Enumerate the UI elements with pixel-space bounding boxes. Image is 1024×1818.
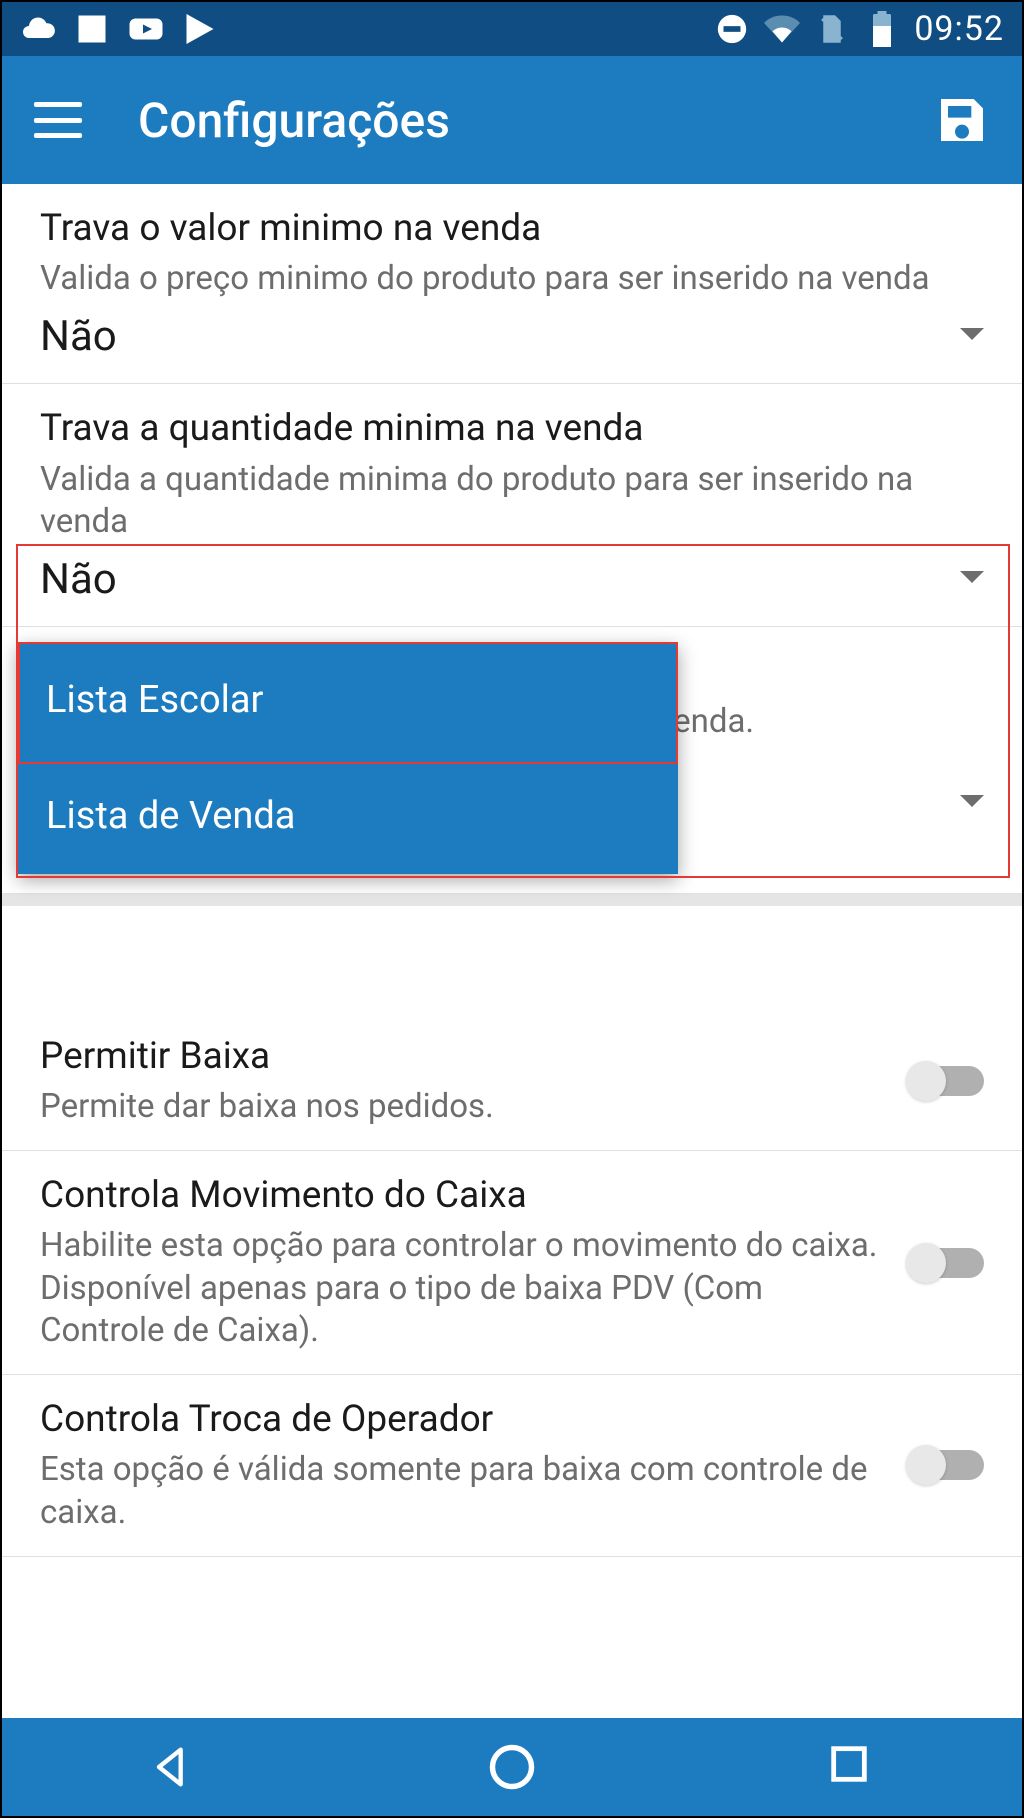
dropdown-option-lista-venda[interactable]: Lista de Venda [18,758,678,874]
section-divider [2,894,1022,906]
toggle-controla-movimento[interactable] [908,1248,984,1278]
setting-description: Permite dar baixa nos pedidos. [40,1086,884,1128]
chevron-down-icon [960,794,984,813]
setting-controla-troca: Controla Troca de Operador Esta opção é … [2,1375,1022,1557]
battery-icon [864,11,900,47]
toggle-permitir-baixa[interactable] [908,1066,984,1096]
settings-list: Trava o valor minimo na venda Valida o p… [2,184,1022,1587]
back-button[interactable] [146,1741,198,1793]
setting-title: Controla Movimento do Caixa [40,1173,884,1219]
chevron-down-icon [960,570,984,589]
recent-apps-button[interactable] [826,1741,878,1793]
setting-value: Não [40,312,117,361]
status-time: 09:52 [914,9,1004,49]
setting-trava-quantidade[interactable]: Trava a quantidade minima na venda Valid… [2,384,1022,627]
toggle-knob [906,1243,946,1283]
wifi-icon [764,11,800,47]
toggle-knob [906,1061,946,1101]
setting-title: Trava o valor minimo na venda [40,206,984,252]
youtube-icon [128,11,164,47]
setting-permitir-baixa: Permitir Baixa Permite dar baixa nos ped… [2,906,1022,1151]
menu-icon[interactable] [34,102,82,138]
setting-description: Esta opção é válida somente para baixa c… [40,1449,884,1533]
toggle-controla-troca[interactable] [908,1450,984,1480]
picture-icon [74,11,110,47]
play-store-icon [182,11,218,47]
setting-description: Valida a quantidade minima do produto pa… [40,459,984,543]
setting-title: Controla Troca de Operador [40,1397,884,1443]
setting-description: Valida o preço minimo do produto para se… [40,258,984,300]
save-button[interactable] [934,92,990,148]
setting-trava-valor[interactable]: Trava o valor minimo na venda Valida o p… [2,184,1022,384]
no-sim-icon [814,11,850,47]
app-bar: Configurações [2,56,1022,184]
toggle-knob [906,1445,946,1485]
partial-next-item: — [2,1557,1022,1587]
setting-title: Trava a quantidade minima na venda [40,406,984,452]
status-bar: 09:52 [2,2,1022,56]
page-title: Configurações [138,92,450,149]
navigation-bar [2,1718,1022,1816]
dropdown-tipo-lista: Lista Escolar Lista de Venda [18,642,678,874]
setting-value: Não [40,555,117,604]
setting-description: Habilite esta opção para controlar o mov… [40,1225,884,1352]
dropdown-option-lista-escolar[interactable]: Lista Escolar [18,642,678,758]
setting-controla-movimento: Controla Movimento do Caixa Habilite est… [2,1151,1022,1375]
dnd-icon [714,11,750,47]
status-left [20,11,218,47]
cloud-icon [20,11,56,47]
status-right: 09:52 [714,9,1004,49]
setting-title: Permitir Baixa [40,1034,884,1080]
chevron-down-icon [960,327,984,346]
home-button[interactable] [486,1741,538,1793]
